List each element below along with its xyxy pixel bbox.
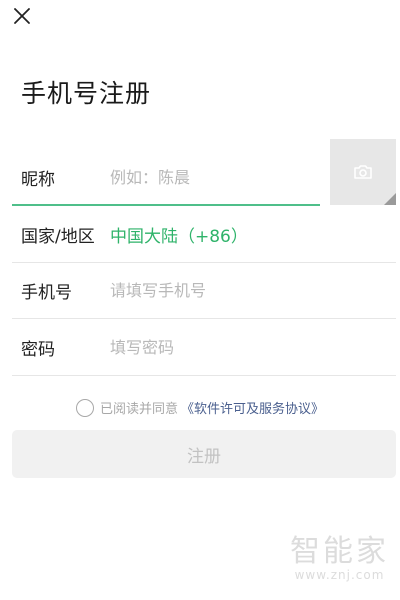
page-title: 手机号注册	[21, 79, 152, 108]
register-button[interactable]: 注册	[12, 430, 396, 478]
close-icon	[14, 8, 30, 24]
phone-label: 手机号	[21, 283, 72, 303]
password-row: 密码	[12, 320, 396, 376]
avatar-corner-mark	[384, 193, 396, 205]
nickname-row: 昵称	[12, 150, 320, 206]
register-page: 手机号注册 昵称 国家/地区 中国大陆（+86） 手机号 密码 已阅读并同意 《…	[0, 0, 400, 600]
password-input[interactable]	[110, 320, 396, 375]
close-button[interactable]	[8, 2, 36, 30]
agreement: 已阅读并同意 《软件许可及服务协议》	[0, 398, 400, 417]
region-label: 国家/地区	[21, 227, 95, 247]
password-label: 密码	[21, 340, 55, 360]
region-row[interactable]: 国家/地区 中国大陆（+86）	[12, 207, 396, 263]
agreement-link[interactable]: 《软件许可及服务协议》	[181, 398, 324, 417]
agreement-text: 已阅读并同意	[99, 402, 178, 417]
phone-input[interactable]	[110, 263, 396, 318]
region-value[interactable]: 中国大陆（+86）	[110, 222, 248, 247]
phone-row: 手机号	[12, 263, 396, 319]
watermark-logo: 智能家	[290, 534, 389, 569]
camera-icon	[354, 165, 372, 179]
agreement-checkbox[interactable]	[75, 398, 94, 417]
watermark-url: www.znj.com	[294, 568, 385, 582]
nickname-input[interactable]	[110, 150, 320, 204]
nickname-label: 昵称	[21, 169, 55, 190]
avatar-upload-button[interactable]	[330, 139, 396, 205]
watermark: 智能家 www.znj.com	[290, 534, 389, 583]
